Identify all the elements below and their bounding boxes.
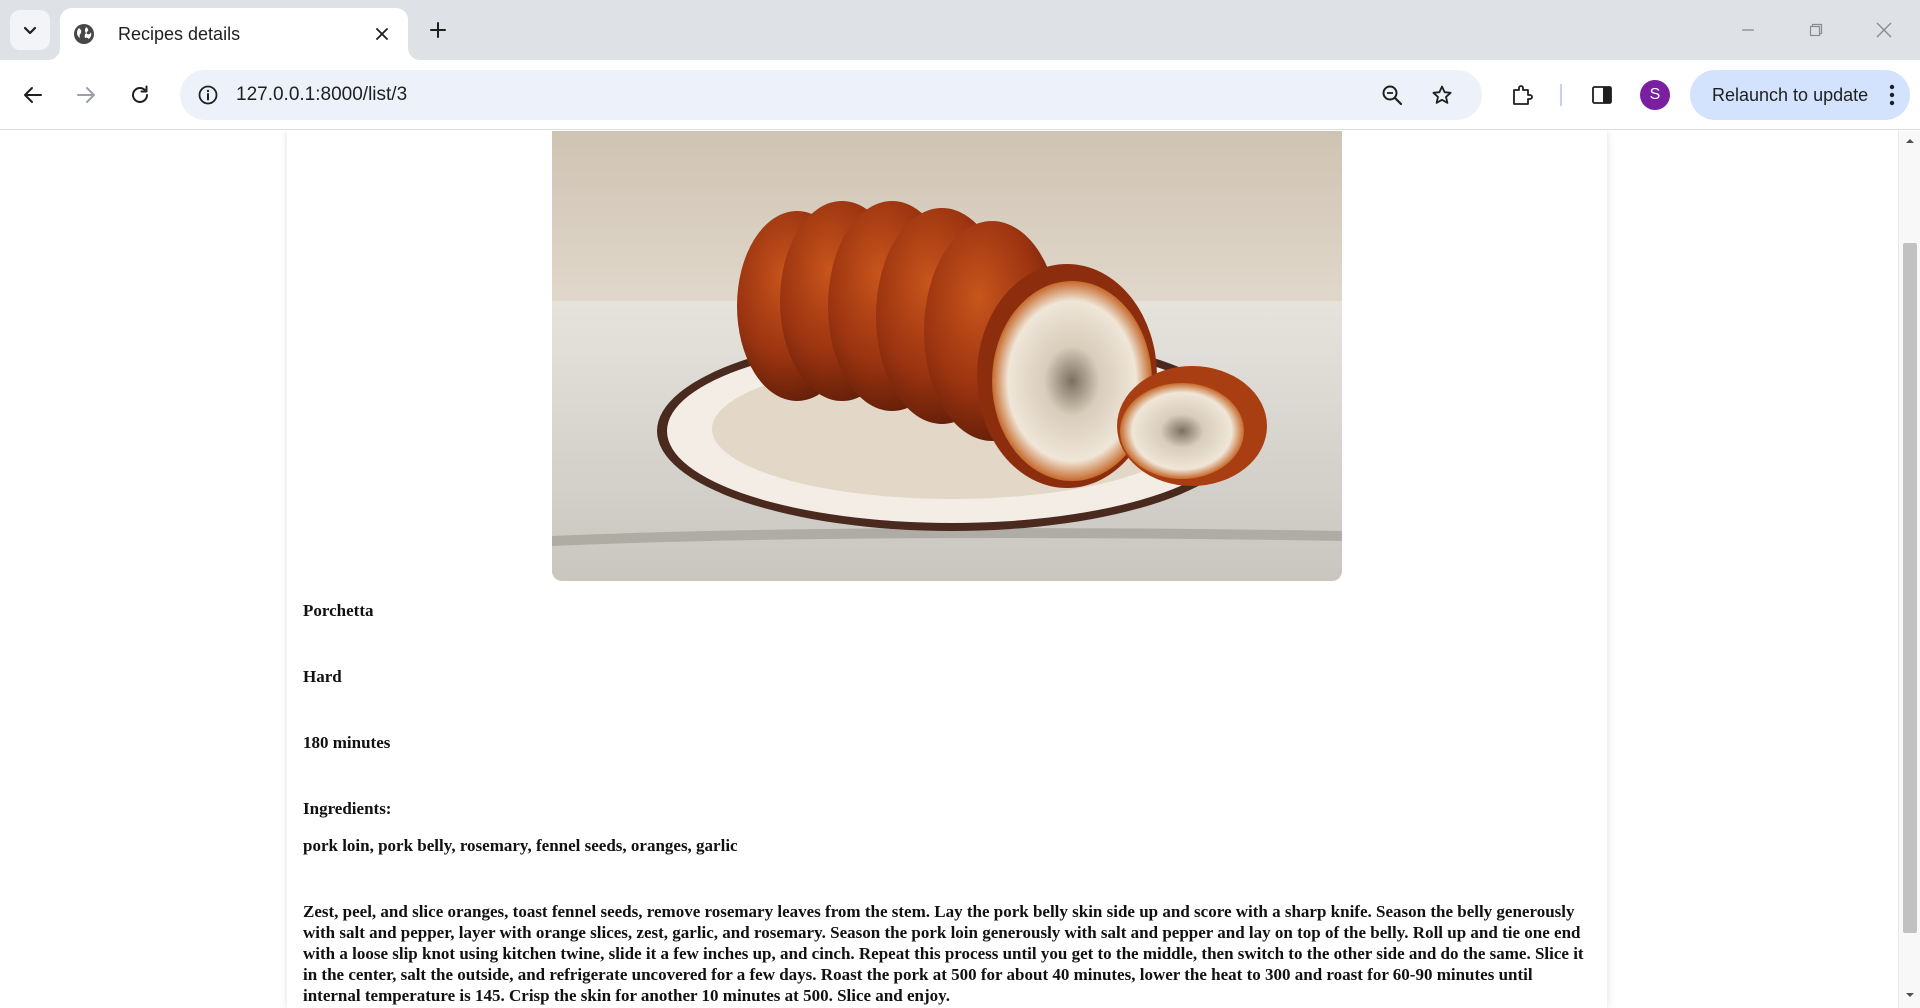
- plus-icon: [430, 22, 446, 38]
- puzzle-icon: [1513, 85, 1533, 105]
- relaunch-to-update-button[interactable]: Relaunch to update: [1690, 70, 1910, 120]
- restore-icon: [1809, 23, 1823, 37]
- side-panel-button[interactable]: [1582, 75, 1622, 115]
- url-text[interactable]: 127.0.0.1:8000/list/3: [236, 84, 407, 106]
- site-info-icon[interactable]: [192, 79, 224, 111]
- tab-title: Recipes details: [118, 23, 241, 44]
- recipe-card: Porchetta Hard 180 minutes Ingredients: …: [287, 131, 1607, 1008]
- browser-toolbar: 127.0.0.1:8000/list/3: [0, 60, 1920, 130]
- back-button[interactable]: [13, 75, 53, 115]
- minimize-icon: [1742, 29, 1754, 31]
- close-window-button[interactable]: [1864, 10, 1904, 50]
- page-scrollbar[interactable]: [1898, 131, 1920, 1008]
- globe-icon: [72, 22, 96, 46]
- recipe-difficulty: Hard: [303, 667, 342, 686]
- minimize-button[interactable]: [1728, 10, 1768, 50]
- profile-avatar[interactable]: S: [1640, 80, 1670, 110]
- reload-icon: [132, 85, 148, 103]
- scrollbar-thumb[interactable]: [1903, 243, 1917, 933]
- close-tab-icon[interactable]: [370, 22, 394, 46]
- side-panel-icon: [1592, 86, 1612, 104]
- more-options-icon[interactable]: [1888, 83, 1896, 107]
- bookmark-star-icon[interactable]: [1426, 79, 1458, 111]
- ingredients-list: pork loin, pork belly, rosemary, fennel …: [303, 836, 738, 855]
- page-viewport: Porchetta Hard 180 minutes Ingredients: …: [0, 131, 1898, 1008]
- relaunch-label: Relaunch to update: [1712, 84, 1869, 105]
- scroll-down-arrow-icon[interactable]: [1904, 989, 1916, 1001]
- recipe-instructions: Zest, peel, and slice oranges, toast fen…: [303, 902, 1584, 1005]
- tab-search-button[interactable]: [10, 10, 50, 50]
- toolbar-separator: [1560, 84, 1562, 106]
- ingredients-label: Ingredients:: [303, 799, 392, 818]
- recipe-photo: [552, 131, 1342, 581]
- extensions-button[interactable]: [1502, 75, 1542, 115]
- reload-button[interactable]: [120, 75, 160, 115]
- close-icon: [1876, 22, 1892, 38]
- chevron-down-icon: [23, 26, 37, 35]
- forward-button[interactable]: [66, 75, 106, 115]
- new-tab-button[interactable]: [422, 14, 454, 46]
- profile-initial: S: [1649, 86, 1661, 103]
- tab-strip: Recipes details: [0, 0, 1920, 60]
- arrow-right-icon: [77, 87, 95, 103]
- scroll-up-arrow-icon[interactable]: [1904, 135, 1916, 147]
- arrow-left-icon: [24, 87, 42, 103]
- zoom-icon[interactable]: [1376, 79, 1408, 111]
- active-tab[interactable]: Recipes details: [60, 8, 408, 60]
- address-bar[interactable]: 127.0.0.1:8000/list/3: [180, 70, 1482, 120]
- recipe-time: 180 minutes: [303, 733, 391, 752]
- recipe-name: Porchetta: [303, 601, 374, 620]
- restore-button[interactable]: [1796, 10, 1836, 50]
